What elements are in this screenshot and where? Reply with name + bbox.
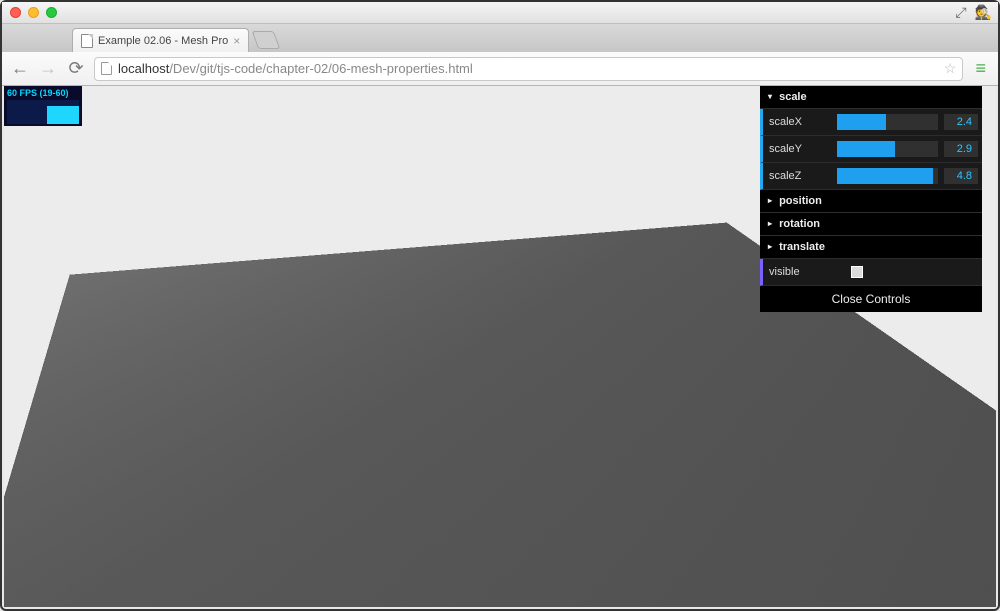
- checkbox-visible[interactable]: [851, 266, 863, 278]
- control-scalex: scaleX 2.4: [760, 109, 982, 136]
- window-controls: [10, 7, 57, 18]
- maximize-window-button[interactable]: [46, 7, 57, 18]
- fps-graph: [7, 100, 79, 124]
- tab-strip: Example 02.06 - Mesh Pro ×: [2, 24, 998, 52]
- new-tab-button[interactable]: [252, 31, 281, 49]
- back-button[interactable]: ←: [10, 58, 30, 79]
- fps-stats[interactable]: 60 FPS (19-60): [4, 86, 82, 126]
- folder-label: translate: [779, 241, 825, 253]
- minimize-window-button[interactable]: [28, 7, 39, 18]
- page-icon: [81, 34, 93, 48]
- fps-graph-bar: [47, 106, 79, 124]
- value-scaley[interactable]: 2.9: [944, 141, 978, 157]
- value-scalex[interactable]: 2.4: [944, 114, 978, 130]
- slider-fill: [837, 114, 886, 130]
- fps-label: 60 FPS (19-60): [7, 88, 79, 98]
- browser-tab[interactable]: Example 02.06 - Mesh Pro ×: [72, 28, 249, 52]
- fullscreen-icon[interactable]: ⤢: [955, 4, 966, 21]
- folder-translate[interactable]: ▸ translate: [760, 236, 982, 259]
- control-visible: visible: [760, 259, 982, 286]
- close-tab-icon[interactable]: ×: [233, 34, 240, 48]
- control-label: scaleZ: [763, 170, 837, 182]
- value-scalez[interactable]: 4.8: [944, 168, 978, 184]
- control-label: scaleX: [763, 116, 837, 128]
- control-scaley: scaleY 2.9: [760, 136, 982, 163]
- url-path: /Dev/git/tjs-code/chapter-02/06-mesh-pro…: [169, 61, 472, 76]
- caret-right-icon: ▸: [768, 196, 772, 205]
- folder-position[interactable]: ▸ position: [760, 190, 982, 213]
- control-scalez: scaleZ 4.8: [760, 163, 982, 190]
- window-titlebar: ⤢ 🕵: [2, 2, 998, 24]
- caret-right-icon: ▸: [768, 219, 772, 228]
- forward-button[interactable]: →: [38, 58, 58, 79]
- dat-gui-panel: ▾ scale scaleX 2.4 scaleY 2.9 scaleZ 4.8: [760, 86, 982, 312]
- caret-right-icon: ▸: [768, 242, 772, 251]
- slider-fill: [837, 141, 895, 157]
- close-window-button[interactable]: [10, 7, 21, 18]
- folder-rotation[interactable]: ▸ rotation: [760, 213, 982, 236]
- incognito-icon: 🕵: [975, 4, 992, 21]
- slider-scalex[interactable]: [837, 114, 938, 130]
- url-host: localhost: [118, 61, 169, 76]
- folder-scale[interactable]: ▾ scale: [760, 86, 982, 109]
- control-label: visible: [763, 266, 837, 278]
- tab-title: Example 02.06 - Mesh Pro: [98, 35, 228, 47]
- reload-button[interactable]: ⟳: [66, 58, 86, 79]
- folder-label: position: [779, 195, 822, 207]
- address-bar[interactable]: localhost /Dev/git/tjs-code/chapter-02/0…: [94, 57, 963, 81]
- control-label: scaleY: [763, 143, 837, 155]
- folder-label: rotation: [779, 218, 820, 230]
- page-icon: [101, 62, 112, 75]
- slider-scalez[interactable]: [837, 168, 938, 184]
- webgl-viewport[interactable]: 60 FPS (19-60) ▾ scale scaleX 2.4 scaleY…: [4, 86, 996, 607]
- browser-toolbar: ← → ⟳ localhost /Dev/git/tjs-code/chapte…: [2, 52, 998, 86]
- close-controls-button[interactable]: Close Controls: [760, 286, 982, 312]
- chrome-menu-icon[interactable]: ≡: [971, 58, 990, 79]
- caret-down-icon: ▾: [768, 92, 772, 101]
- slider-scaley[interactable]: [837, 141, 938, 157]
- slider-fill: [837, 168, 933, 184]
- folder-label: scale: [779, 91, 807, 103]
- bookmark-icon[interactable]: ☆: [944, 60, 957, 77]
